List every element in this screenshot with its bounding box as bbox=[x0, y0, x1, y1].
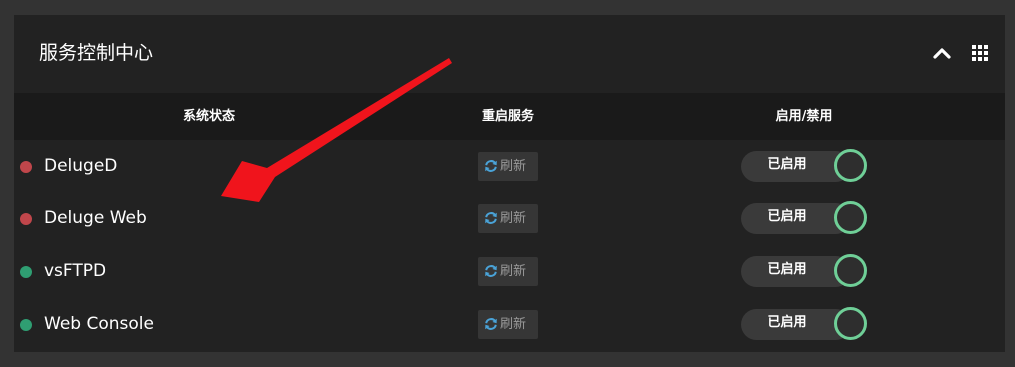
refresh-label: 刷新 bbox=[500, 317, 527, 332]
refresh-icon bbox=[485, 212, 497, 224]
service-name: Deluge Web bbox=[44, 208, 147, 228]
service-name: Web Console bbox=[44, 314, 154, 334]
column-header-status: 系统状态 bbox=[182, 109, 235, 124]
toggle-label: 已启用 bbox=[767, 315, 807, 330]
service-name: vsFTPD bbox=[44, 261, 107, 281]
toggle-knob bbox=[834, 254, 867, 287]
toggle-knob bbox=[834, 201, 867, 234]
table-row: Deluge Web 刷新 已启用 bbox=[14, 193, 1005, 245]
status-dot bbox=[20, 161, 32, 173]
refresh-icon bbox=[485, 160, 497, 172]
enable-toggle[interactable]: 已启用 bbox=[741, 254, 867, 289]
refresh-button[interactable]: 刷新 bbox=[478, 204, 538, 233]
status-dot bbox=[20, 213, 32, 225]
toggle-knob bbox=[834, 149, 867, 182]
table-header: 系统状态 重启服务 启用/禁用 bbox=[14, 93, 1005, 140]
status-dot bbox=[20, 319, 32, 331]
service-name: DelugeD bbox=[44, 156, 118, 176]
status-dot bbox=[20, 266, 32, 278]
enable-toggle[interactable]: 已启用 bbox=[741, 149, 867, 184]
refresh-button[interactable]: 刷新 bbox=[478, 152, 538, 181]
refresh-icon bbox=[485, 265, 497, 277]
refresh-button[interactable]: 刷新 bbox=[478, 310, 538, 339]
toggle-knob bbox=[834, 307, 867, 340]
refresh-label: 刷新 bbox=[500, 159, 527, 174]
panel-header: 服务控制中心 bbox=[14, 15, 1005, 93]
refresh-label: 刷新 bbox=[500, 211, 527, 226]
column-header-toggle: 启用/禁用 bbox=[775, 109, 833, 124]
service-control-panel: 服务控制中心 系统状态 重启服务 启用/禁用 DelugeD 刷新 已启用 De… bbox=[14, 15, 1005, 352]
enable-toggle[interactable]: 已启用 bbox=[741, 307, 867, 342]
enable-toggle[interactable]: 已启用 bbox=[741, 201, 867, 236]
refresh-icon bbox=[485, 318, 497, 330]
panel-title: 服务控制中心 bbox=[39, 42, 154, 64]
toggle-label: 已启用 bbox=[767, 157, 807, 172]
table-row: DelugeD 刷新 已启用 bbox=[14, 141, 1005, 193]
toggle-label: 已启用 bbox=[767, 262, 807, 277]
table-row: Web Console 刷新 已启用 bbox=[14, 299, 1005, 351]
refresh-label: 刷新 bbox=[500, 264, 527, 279]
chevron-up-icon[interactable] bbox=[930, 41, 954, 65]
column-header-restart: 重启服务 bbox=[481, 109, 534, 124]
grid-icon[interactable] bbox=[968, 41, 992, 65]
table-row: vsFTPD 刷新 已启用 bbox=[14, 246, 1005, 298]
refresh-button[interactable]: 刷新 bbox=[478, 257, 538, 286]
toggle-label: 已启用 bbox=[767, 209, 807, 224]
